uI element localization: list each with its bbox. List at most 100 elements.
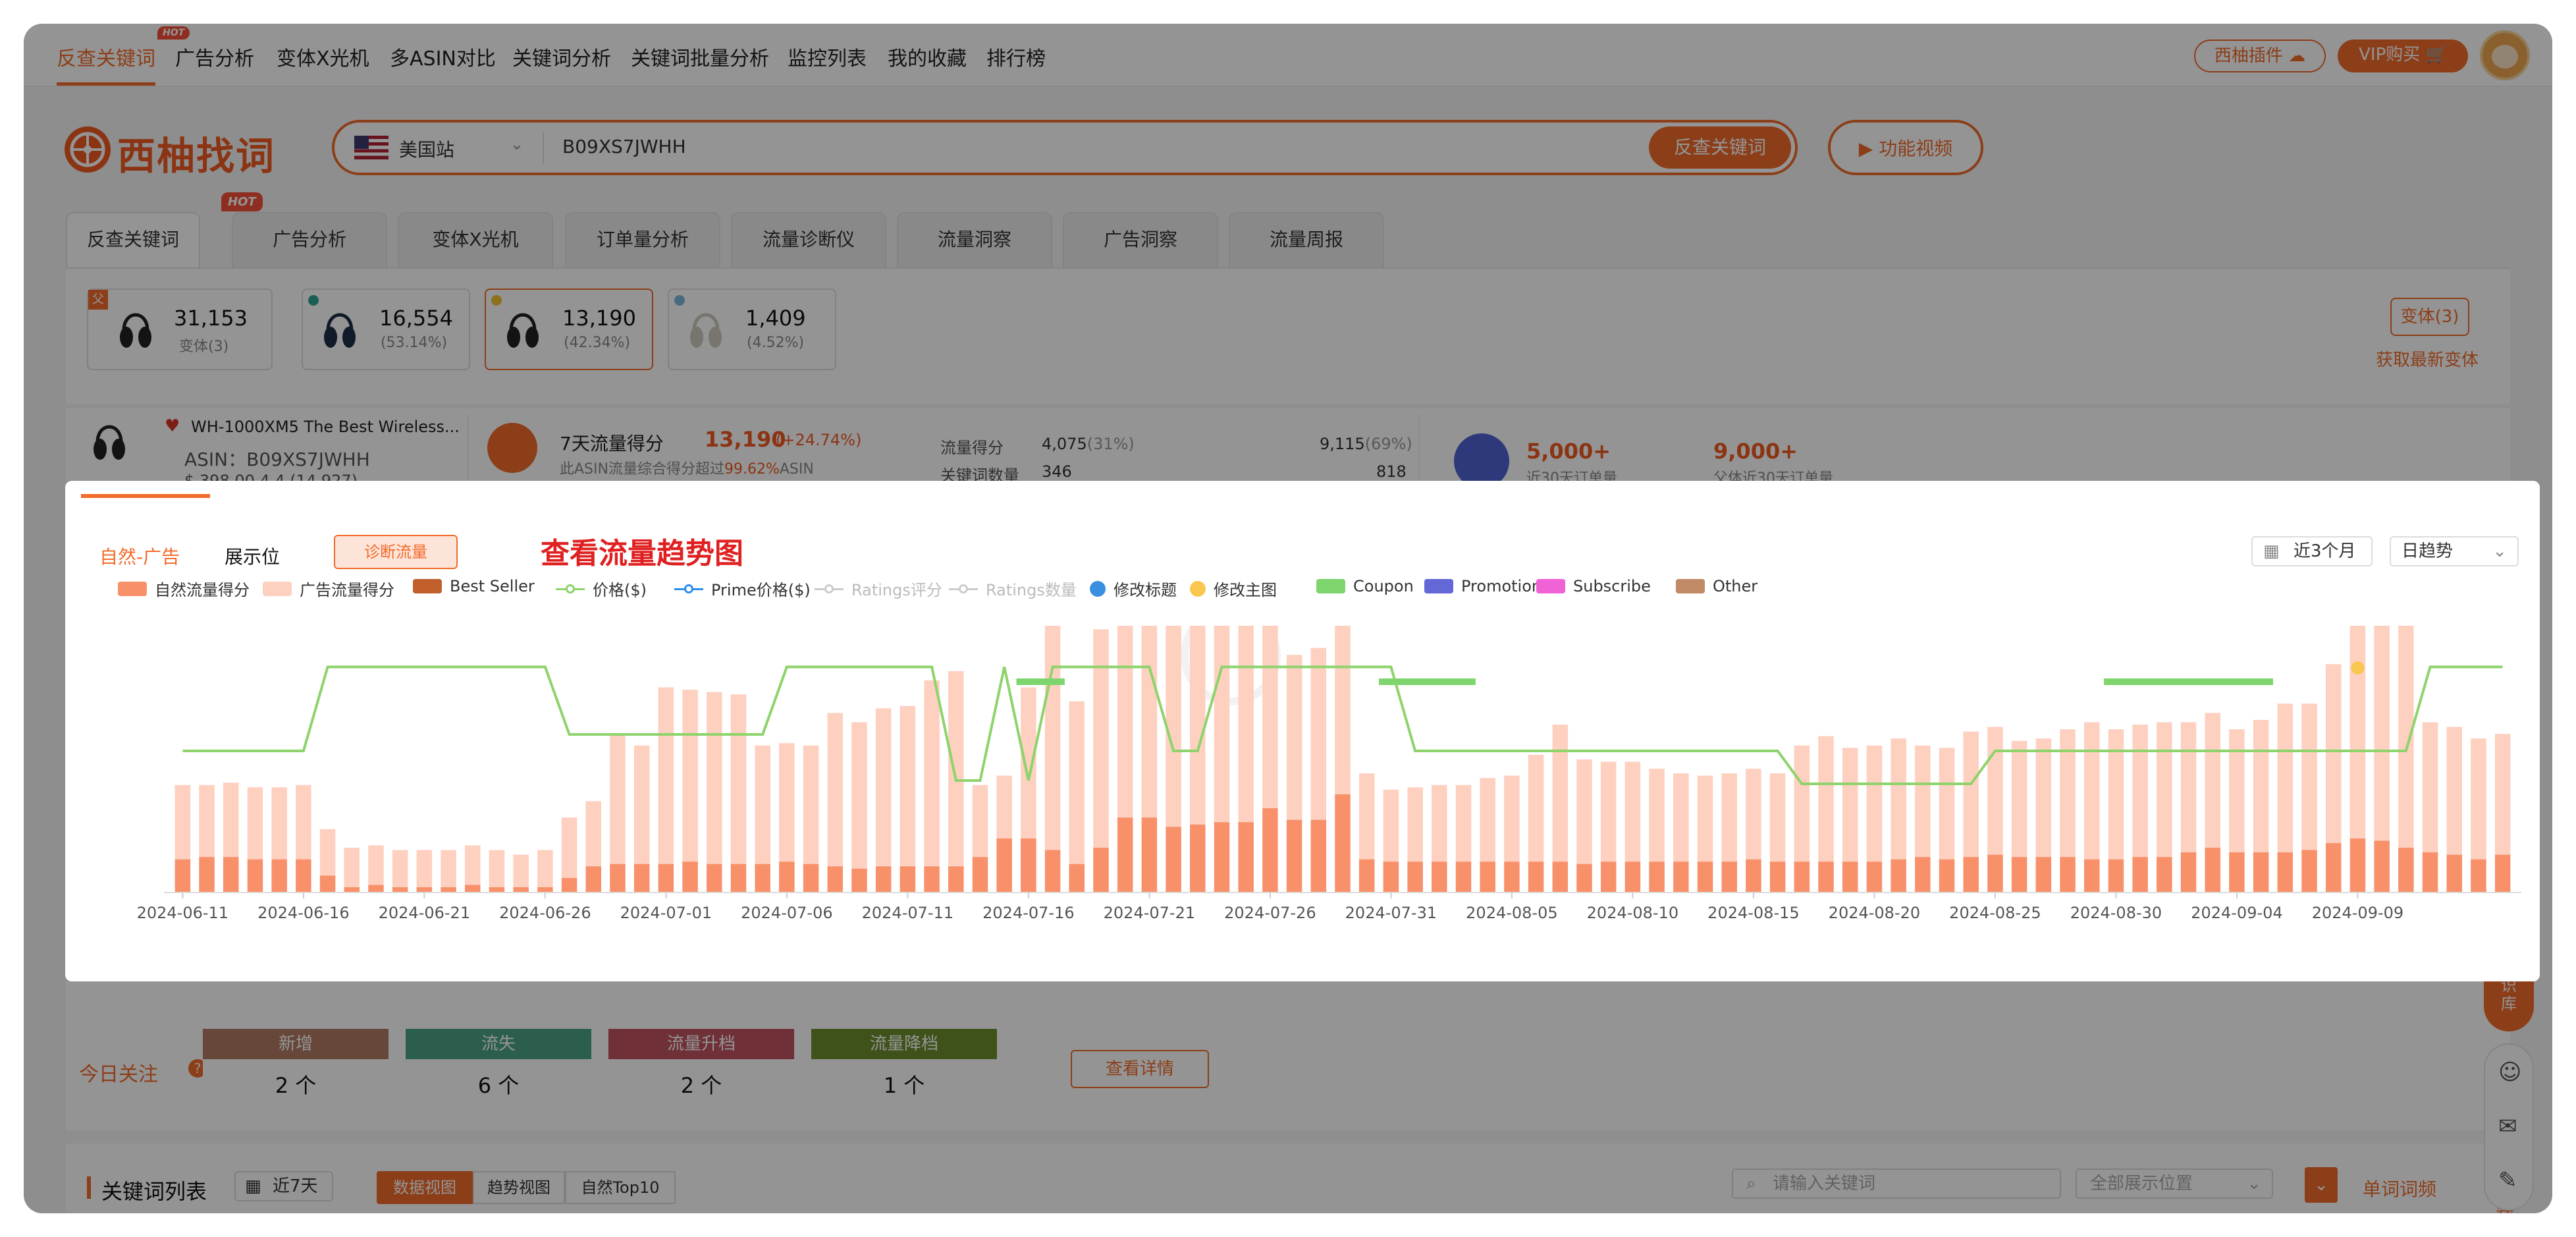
detail-button[interactable]: 查看详情: [1071, 1050, 1209, 1088]
nav-item-variant-xray[interactable]: 变体X光机: [277, 42, 369, 71]
position-select[interactable]: 全部展示位置 ⌄: [2076, 1168, 2273, 1199]
search-button[interactable]: 反查关键词: [1649, 126, 1791, 169]
variant-panel: 父 31,153 变体(3) 16,554 (53.14%) 13,190 (4…: [66, 269, 2510, 404]
bar-ad: [633, 745, 650, 864]
view-top10-button[interactable]: 自然Top10: [565, 1171, 676, 1204]
legend-item[interactable]: Prime价格($): [674, 577, 811, 600]
bar-organic: [1093, 847, 1109, 892]
product-title[interactable]: WH-1000XM5 The Best Wireless...: [191, 418, 460, 436]
legend-swatch: [118, 581, 147, 596]
stat-value[interactable]: 6 个: [406, 1059, 591, 1112]
tab-organic-ad[interactable]: 自然-广告: [99, 543, 180, 569]
bar-ad: [1166, 626, 1181, 827]
bar-ad: [2471, 738, 2486, 860]
bar-ad: [392, 850, 408, 887]
variant-card[interactable]: 父 31,153 变体(3): [87, 289, 273, 370]
search-icon: ⌕: [1746, 1174, 1756, 1194]
bar-organic: [199, 857, 215, 892]
vip-button[interactable]: VIP购买 🛒: [2338, 40, 2468, 72]
tab-traffic-diagnosis[interactable]: 流量诊断仪: [731, 212, 886, 267]
tab-placement[interactable]: 展示位: [225, 543, 280, 569]
tab-ad-analysis[interactable]: 广告分析: [232, 212, 387, 267]
x-tick-label: 2024-06-11: [137, 904, 228, 922]
variant-card[interactable]: 16,554 (53.14%): [302, 289, 470, 370]
legend-item[interactable]: Best Seller: [413, 577, 535, 595]
traffic-trend-popup: 自然-广告 展示位 诊断流量 查看流量趋势图 ▦ 近3个月 日趋势 ⌄ 自然流量得分…: [65, 481, 2540, 981]
legend-item[interactable]: 修改标题: [1090, 577, 1177, 600]
legend-item[interactable]: 价格($): [556, 577, 647, 600]
stat-value[interactable]: 1 个: [811, 1059, 997, 1112]
heart-icon[interactable]: ♥: [165, 416, 180, 436]
legend-item[interactable]: Coupon: [1316, 577, 1414, 595]
legend-item[interactable]: 修改主图: [1190, 577, 1277, 600]
legend-item[interactable]: Subscribe: [1536, 577, 1651, 595]
date-range-select[interactable]: ▦ 近7天: [234, 1171, 333, 1201]
tab-ad-insight[interactable]: 广告洞察: [1063, 212, 1218, 267]
bar-organic: [1649, 862, 1665, 892]
view-data-button[interactable]: 数据视图: [377, 1171, 473, 1204]
bar-organic: [924, 866, 940, 892]
cloud-icon: ☁: [2288, 46, 2306, 66]
variant-card-selected[interactable]: 13,190 (42.34%): [485, 289, 653, 370]
search-input[interactable]: B09XS7JWHH: [562, 136, 686, 157]
tab-reverse-keyword[interactable]: 反查关键词: [66, 212, 200, 267]
customer-service-icon[interactable]: ☺: [2498, 1059, 2521, 1086]
legend-item[interactable]: Ratings数量: [949, 577, 1077, 600]
x-tick-label: 2024-09-04: [2191, 904, 2282, 922]
video-icon: ▶: [1858, 138, 1873, 159]
bar-organic: [416, 887, 433, 892]
gauge-icon: [487, 423, 537, 473]
stat-value[interactable]: 2 个: [608, 1059, 794, 1112]
bar-organic: [1576, 864, 1592, 892]
legend-item[interactable]: Ratings评分: [815, 577, 942, 600]
nav-item-ranking[interactable]: 排行榜: [986, 42, 1046, 71]
site-select[interactable]: 美国站: [399, 136, 454, 162]
variant-dot: [674, 295, 685, 306]
chat-icon[interactable]: ✉: [2498, 1113, 2517, 1140]
nav-item-monitor-list[interactable]: 监控列表: [788, 42, 867, 71]
variant-count-button[interactable]: 变体(3): [2390, 298, 2469, 336]
tab-order-analysis[interactable]: 订单量分析: [565, 212, 720, 267]
keyword-search-input[interactable]: ⌕ 请输入关键词: [1732, 1168, 2061, 1199]
bar-organic: [513, 887, 529, 892]
bar-ad: [948, 671, 964, 867]
granularity-select[interactable]: 日趋势 ⌄: [2390, 536, 2519, 566]
tab-variant-xray[interactable]: 变体X光机: [398, 212, 553, 267]
avatar[interactable]: [2480, 30, 2530, 80]
keyword-list-panel: 关键词列表 ▦ 近7天 数据视图 趋势视图 自然Top10 ⌕ 请输入关键词 全部展…: [66, 1143, 2514, 1213]
bar-ad: [875, 708, 892, 867]
range-select[interactable]: ▦ 近3个月: [2251, 536, 2373, 566]
bar-ad: [924, 680, 940, 867]
bar-ad: [1432, 784, 1447, 862]
filter-icon[interactable]: ⌄: [2305, 1167, 2338, 1203]
tab-traffic-weekly[interactable]: 流量周报: [1229, 212, 1384, 267]
legend-item[interactable]: 广告流量得分: [263, 577, 394, 600]
nav-item-reverse-keyword[interactable]: 反查关键词: [57, 42, 155, 86]
nav-item-favorites[interactable]: 我的收藏: [888, 42, 967, 71]
bar-organic: [2083, 859, 2100, 892]
nav-item-multi-asin[interactable]: 多ASIN对比: [390, 42, 496, 71]
variant-card[interactable]: 1,409 (4.52%): [668, 289, 836, 370]
nav-item-ad-analysis[interactable]: 广告分析: [175, 42, 254, 71]
word-frequency-link[interactable]: 单词词频: [2363, 1175, 2436, 1201]
bar-organic: [1190, 824, 1206, 892]
stat-value[interactable]: 2 个: [203, 1059, 389, 1112]
refresh-variant-link[interactable]: 获取最新变体: [2376, 346, 2479, 371]
traffic-right: 9,115(69%): [1320, 435, 1412, 453]
diagnose-button[interactable]: 诊断流量: [334, 535, 458, 569]
video-button[interactable]: ▶ 功能视频: [1828, 120, 1983, 175]
plugin-button[interactable]: 西柚插件 ☁: [2194, 40, 2326, 72]
legend-item[interactable]: 自然流量得分: [118, 577, 250, 600]
feedback-icon[interactable]: ✎: [2498, 1167, 2517, 1194]
view-trend-button[interactable]: 趋势视图: [473, 1171, 565, 1204]
bar-organic: [489, 887, 505, 892]
parent-orders-value: 9,000+: [1713, 439, 1798, 464]
legend-item[interactable]: Promotion: [1424, 577, 1542, 595]
bar-ad: [1504, 775, 1520, 862]
nav-item-keyword-batch[interactable]: 关键词批量分析: [631, 42, 769, 71]
nav-item-keyword-analysis[interactable]: 关键词分析: [512, 42, 611, 71]
bar-organic: [1746, 859, 1761, 892]
legend-item[interactable]: Other: [1676, 577, 1758, 595]
tab-traffic-insight[interactable]: 流量洞察: [897, 212, 1052, 267]
top-nav: 反查关键词 HOT 广告分析 变体X光机 多ASIN对比 关键词分析 关键词批量…: [24, 24, 2552, 87]
